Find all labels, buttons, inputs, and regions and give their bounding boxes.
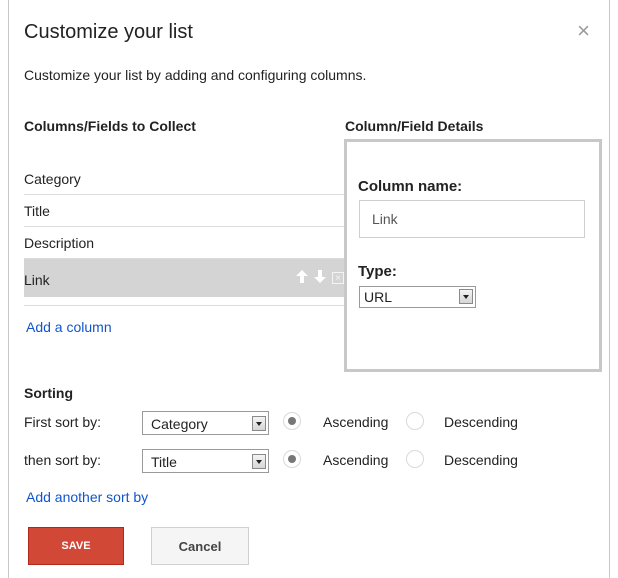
column-details-panel: Column name: Type: URL	[344, 139, 602, 372]
then-sort-ascending-label: Ascending	[323, 452, 389, 468]
first-sort-ascending-label: Ascending	[323, 414, 389, 430]
dropdown-arrow-icon	[252, 454, 266, 469]
then-sort-ascending-radio[interactable]	[283, 450, 301, 468]
type-select-value: URL	[364, 289, 393, 305]
first-sort-select[interactable]: Category	[142, 411, 269, 435]
customize-list-dialog: Customize your list × Customize your lis…	[8, 0, 610, 578]
then-sort-select[interactable]: Title	[142, 449, 269, 473]
column-item-label: Category	[24, 171, 81, 187]
row-actions: ×	[296, 259, 344, 297]
column-item-label: Link	[24, 272, 50, 288]
list-divider	[24, 305, 346, 306]
delete-icon[interactable]: ×	[332, 272, 344, 284]
column-item-title[interactable]: Title	[24, 195, 346, 227]
cancel-button[interactable]: Cancel	[151, 527, 249, 565]
then-sort-label: then sort by:	[24, 452, 102, 468]
dropdown-arrow-icon	[459, 289, 473, 304]
dialog-title: Customize your list	[24, 21, 193, 43]
column-list: Category Title Description Link ×	[24, 163, 346, 297]
then-sort-row: then sort by: Title Ascending Descending	[24, 449, 584, 475]
column-item-description[interactable]: Description	[24, 227, 346, 259]
first-sort-row: First sort by: Category Ascending Descen…	[24, 411, 584, 437]
column-item-label: Description	[24, 235, 95, 251]
sorting-heading: Sorting	[24, 385, 73, 401]
add-sort-link[interactable]: Add another sort by	[26, 489, 148, 505]
then-sort-descending-radio[interactable]	[406, 450, 424, 468]
column-item-category[interactable]: Category	[24, 163, 346, 195]
first-sort-value: Category	[151, 416, 208, 432]
column-item-label: Title	[24, 203, 50, 219]
details-heading: Column/Field Details	[345, 118, 484, 134]
type-select[interactable]: URL	[359, 286, 476, 308]
move-up-icon[interactable]	[296, 270, 308, 286]
type-label: Type:	[358, 263, 397, 280]
close-icon[interactable]: ×	[577, 20, 590, 42]
save-button[interactable]: SAVE	[28, 527, 124, 565]
column-item-link[interactable]: Link ×	[24, 259, 346, 297]
then-sort-value: Title	[151, 454, 177, 470]
then-sort-descending-label: Descending	[444, 452, 518, 468]
first-sort-descending-label: Descending	[444, 414, 518, 430]
column-name-label: Column name:	[358, 178, 463, 195]
dropdown-arrow-icon	[252, 416, 266, 431]
add-column-link[interactable]: Add a column	[26, 319, 112, 335]
first-sort-label: First sort by:	[24, 414, 102, 430]
column-name-input[interactable]	[359, 200, 585, 238]
move-down-icon[interactable]	[314, 270, 326, 286]
columns-heading: Columns/Fields to Collect	[24, 118, 196, 134]
first-sort-descending-radio[interactable]	[406, 412, 424, 430]
first-sort-ascending-radio[interactable]	[283, 412, 301, 430]
dialog-description: Customize your list by adding and config…	[24, 67, 367, 83]
